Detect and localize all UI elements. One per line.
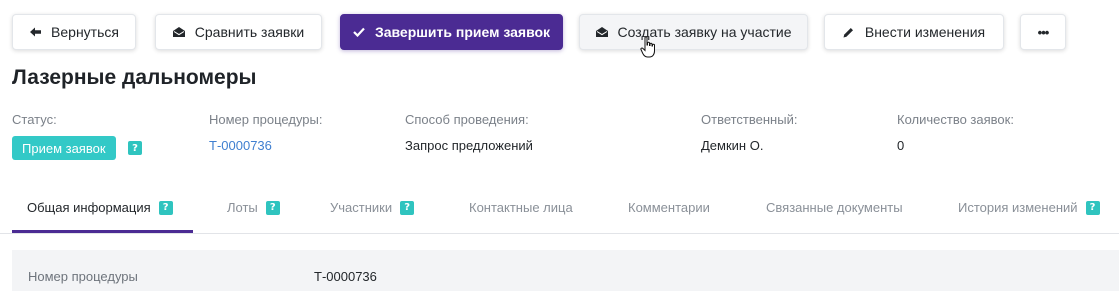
method-value: Запрос предложений — [405, 138, 533, 153]
tab-label: Связанные документы — [766, 200, 903, 215]
procedure-number-link[interactable]: Т-0000736 — [209, 138, 272, 153]
help-icon[interactable]: ? — [400, 200, 415, 215]
responsible-label: Ответственный: — [701, 112, 798, 127]
procedure-page: Вернуться Сравнить заявки Завершить прие… — [0, 0, 1119, 291]
create-bid-button[interactable]: Создать заявку на участие — [579, 14, 808, 50]
compare-bids-button[interactable]: Сравнить заявки — [155, 14, 322, 50]
tab-comments[interactable]: Комментарии — [628, 182, 710, 233]
status-label: Статус: — [12, 112, 57, 127]
details-procedure-label: Номер процедуры — [28, 269, 138, 284]
page-title: Лазерные дальномеры — [12, 66, 257, 89]
make-changes-button[interactable]: Внести изменения — [824, 14, 1004, 50]
checkmark-icon — [353, 26, 365, 38]
responsible-value: Демкин О. — [701, 138, 764, 153]
bid-count-value: 0 — [897, 138, 905, 153]
tab-contacts[interactable]: Контактные лица — [469, 182, 573, 233]
details-procedure-value: Т-0000736 — [314, 269, 377, 284]
details-panel: Номер процедуры Т-0000736 — [12, 250, 1119, 291]
finish-accepting-button-label: Завершить прием заявок — [374, 24, 551, 40]
help-icon[interactable]: ? — [128, 141, 142, 155]
tab-label: История изменений — [958, 200, 1078, 215]
more-actions-button[interactable]: ••• — [1020, 14, 1066, 50]
tab-label: Общая информация — [27, 200, 151, 215]
active-tab-indicator — [12, 230, 193, 233]
hand-cursor-icon — [640, 36, 655, 58]
bid-count-label: Количество заявок: — [897, 112, 1014, 127]
tab-label: Контактные лица — [469, 200, 573, 215]
back-button[interactable]: Вернуться — [12, 14, 136, 50]
help-icon[interactable]: ? — [158, 200, 173, 215]
status-badge: Прием заявок — [12, 136, 116, 160]
tab-participants[interactable]: Участники ? — [330, 182, 415, 233]
tab-lots[interactable]: Лоты ? — [227, 182, 280, 233]
help-icon[interactable]: ? — [265, 200, 280, 215]
tab-label: Лоты — [227, 200, 258, 215]
tab-label: Участники — [330, 200, 393, 215]
tab-general-info[interactable]: Общая информация ? — [27, 182, 173, 233]
compare-bids-button-label: Сравнить заявки — [194, 24, 305, 40]
tab-related-documents[interactable]: Связанные документы — [766, 182, 903, 233]
tab-bar: Общая информация ? Лоты ? Участники ? Ко… — [0, 182, 1119, 234]
tab-change-history[interactable]: История изменений ? — [958, 182, 1100, 233]
tab-label: Комментарии — [628, 200, 710, 215]
finish-accepting-button[interactable]: Завершить прием заявок — [340, 14, 563, 50]
envelope-open-icon — [595, 26, 608, 38]
more-dots-icon: ••• — [1037, 24, 1050, 40]
envelope-open-icon — [172, 26, 185, 38]
method-label: Способ проведения: — [405, 112, 529, 127]
help-icon[interactable]: ? — [1085, 200, 1100, 215]
procedure-number-label: Номер процедуры: — [209, 112, 323, 127]
make-changes-button-label: Внести изменения — [864, 24, 986, 40]
pencil-icon — [843, 26, 855, 38]
back-button-label: Вернуться — [51, 24, 119, 40]
arrow-left-icon — [29, 26, 41, 38]
